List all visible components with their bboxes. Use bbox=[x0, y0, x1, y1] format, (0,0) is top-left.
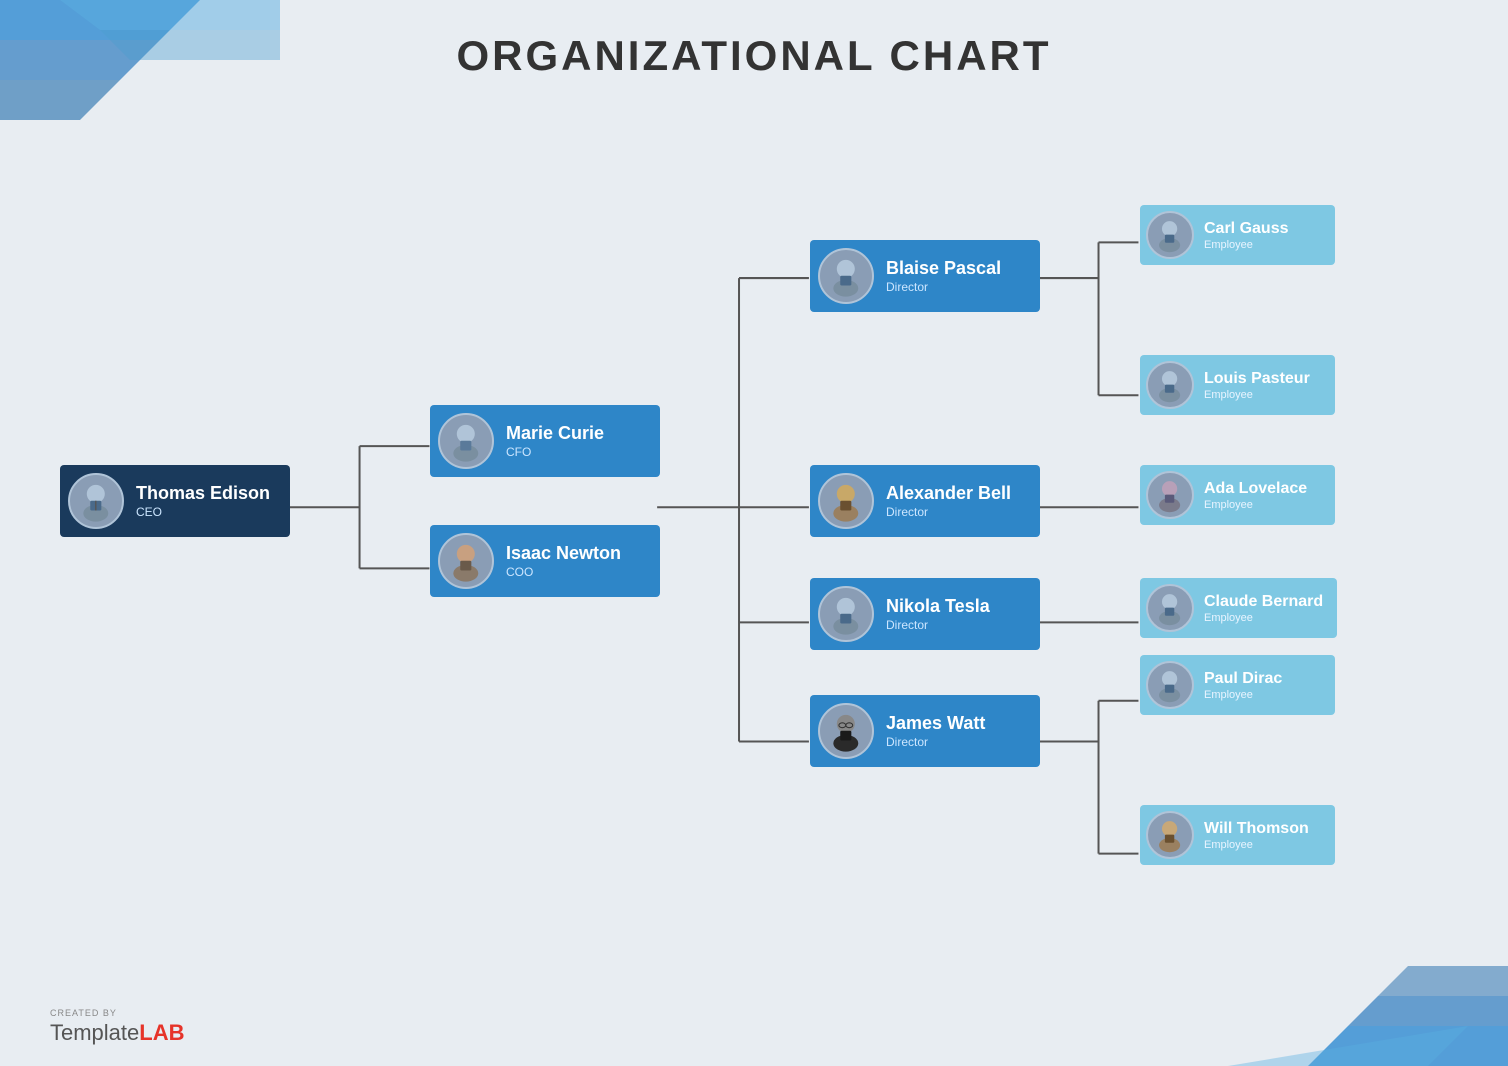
dir4-avatar bbox=[818, 703, 874, 759]
emp3-name: Ada Lovelace bbox=[1204, 479, 1307, 498]
dir3-name: Nikola Tesla bbox=[886, 596, 990, 618]
emp4-avatar bbox=[1146, 584, 1194, 632]
ceo-node: Thomas Edison CEO bbox=[60, 465, 290, 537]
ceo-name: Thomas Edison bbox=[136, 483, 270, 505]
cfo-avatar bbox=[438, 413, 494, 469]
dir1-name: Blaise Pascal bbox=[886, 258, 1001, 280]
dir2-node: Alexander Bell Director bbox=[810, 465, 1040, 537]
dir1-role: Director bbox=[886, 280, 1001, 294]
emp4-name: Claude Bernard bbox=[1204, 592, 1323, 611]
dir4-name: James Watt bbox=[886, 713, 985, 735]
emp6-role: Employee bbox=[1204, 839, 1309, 851]
org-chart: Thomas Edison CEO Marie Curie CFO bbox=[40, 110, 1468, 986]
coo-node: Isaac Newton COO bbox=[430, 525, 660, 597]
dir3-role: Director bbox=[886, 618, 990, 632]
dir4-node: James Watt Director bbox=[810, 695, 1040, 767]
emp5-node: Paul Dirac Employee bbox=[1140, 655, 1335, 715]
dir2-name: Alexander Bell bbox=[886, 483, 1011, 505]
emp1-node: Carl Gauss Employee bbox=[1140, 205, 1335, 265]
coo-role: COO bbox=[506, 565, 621, 579]
emp6-node: Will Thomson Employee bbox=[1140, 805, 1335, 865]
cfo-name: Marie Curie bbox=[506, 423, 604, 445]
emp5-avatar bbox=[1146, 661, 1194, 709]
emp3-avatar bbox=[1146, 471, 1194, 519]
footer: CREATED BY TemplateLAB bbox=[50, 1008, 185, 1046]
emp2-node: Louis Pasteur Employee bbox=[1140, 355, 1335, 415]
dir1-avatar bbox=[818, 248, 874, 304]
emp2-role: Employee bbox=[1204, 389, 1310, 401]
emp3-role: Employee bbox=[1204, 499, 1307, 511]
emp1-name: Carl Gauss bbox=[1204, 219, 1288, 238]
dir2-avatar bbox=[818, 473, 874, 529]
dir4-role: Director bbox=[886, 735, 985, 749]
emp1-avatar bbox=[1146, 211, 1194, 259]
cfo-role: CFO bbox=[506, 445, 604, 459]
emp4-node: Claude Bernard Employee bbox=[1140, 578, 1337, 638]
emp6-name: Will Thomson bbox=[1204, 819, 1309, 838]
footer-lab-text: LAB bbox=[139, 1020, 184, 1045]
emp5-name: Paul Dirac bbox=[1204, 669, 1282, 688]
footer-created-by: CREATED BY bbox=[50, 1008, 185, 1018]
emp5-role: Employee bbox=[1204, 689, 1282, 701]
ceo-role: CEO bbox=[136, 505, 270, 519]
emp6-avatar bbox=[1146, 811, 1194, 859]
page-title: ORGANIZATIONAL CHART bbox=[0, 32, 1508, 80]
dir2-role: Director bbox=[886, 505, 1011, 519]
emp1-role: Employee bbox=[1204, 239, 1288, 251]
coo-name: Isaac Newton bbox=[506, 543, 621, 565]
cfo-node: Marie Curie CFO bbox=[430, 405, 660, 477]
dir3-avatar bbox=[818, 586, 874, 642]
emp4-role: Employee bbox=[1204, 612, 1323, 624]
emp3-node: Ada Lovelace Employee bbox=[1140, 465, 1335, 525]
emp2-avatar bbox=[1146, 361, 1194, 409]
dir1-node: Blaise Pascal Director bbox=[810, 240, 1040, 312]
coo-avatar bbox=[438, 533, 494, 589]
dir3-node: Nikola Tesla Director bbox=[810, 578, 1040, 650]
ceo-avatar bbox=[68, 473, 124, 529]
footer-template-text: Template bbox=[50, 1020, 139, 1045]
chart-area: Thomas Edison CEO Marie Curie CFO bbox=[40, 110, 1468, 986]
emp2-name: Louis Pasteur bbox=[1204, 369, 1310, 388]
footer-lab-accent: LAB bbox=[139, 1020, 184, 1045]
